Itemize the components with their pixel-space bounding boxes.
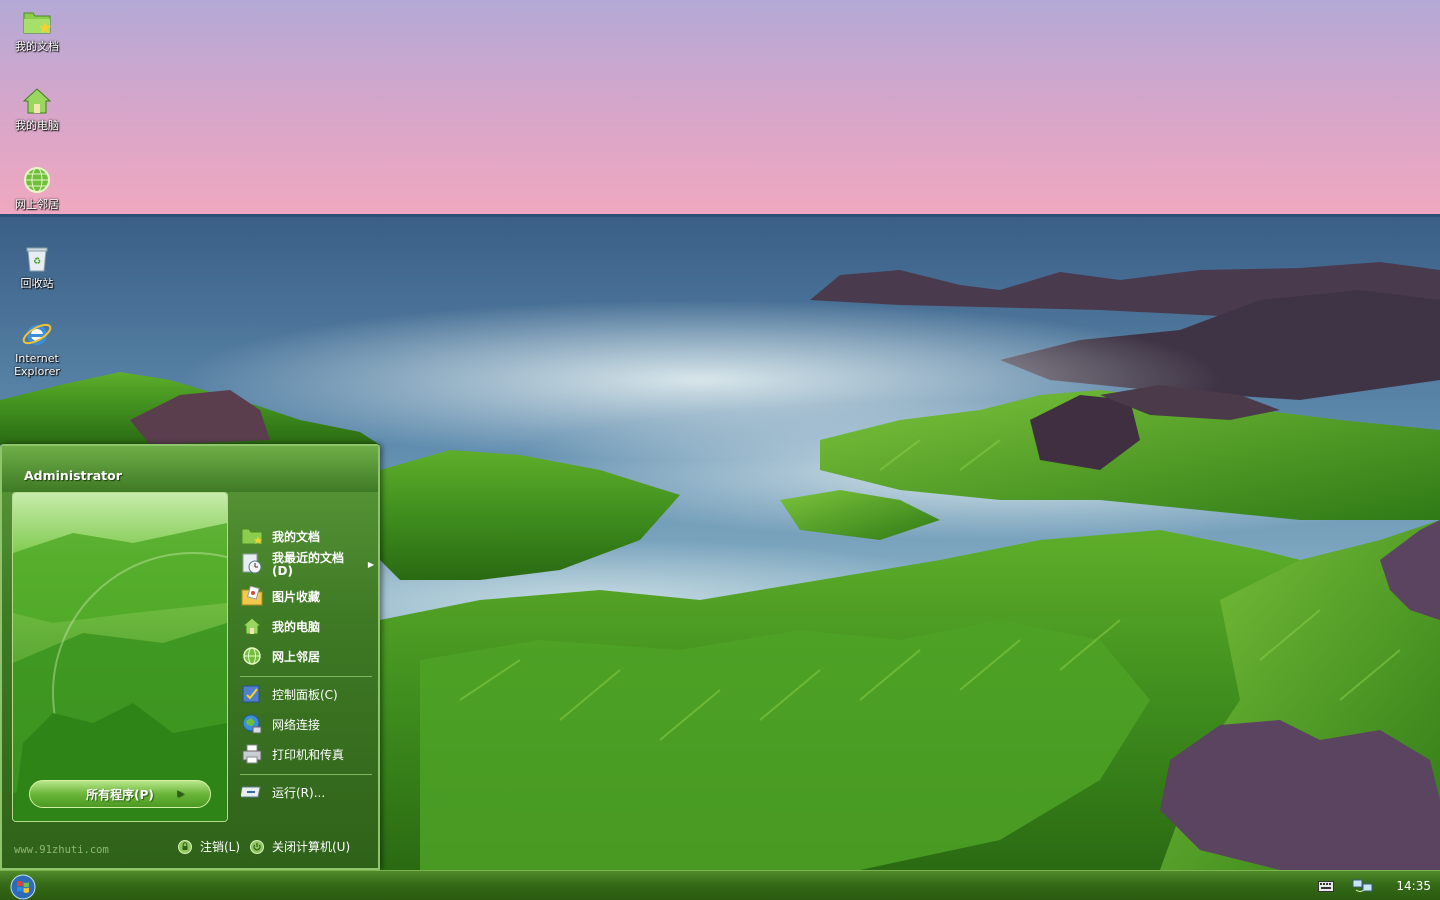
ie-label-line2: Explorer — [14, 365, 60, 378]
logoff-button[interactable]: 注销(L) — [178, 838, 240, 855]
start-item-network-connections[interactable]: 网络连接 — [240, 712, 376, 736]
start-item-label: 网上邻居 — [272, 649, 321, 664]
moss-decoration — [13, 493, 227, 821]
start-button[interactable] — [10, 874, 36, 900]
user-name: Administrator — [24, 468, 122, 483]
home-icon — [240, 614, 264, 638]
chevron-right-icon: ▶ — [367, 560, 374, 569]
start-menu-separator — [240, 676, 372, 677]
start-item-label: 控制面板(C) — [272, 687, 338, 702]
network-tray-icon[interactable] — [1352, 878, 1374, 894]
start-item-label: 运行(R)... — [272, 785, 326, 800]
power-icon — [250, 839, 264, 854]
desktop-icon-network-places[interactable]: 网上邻居 — [4, 164, 70, 211]
desktop-icon-my-computer[interactable]: 我的电脑 — [4, 85, 70, 132]
svg-text:♻: ♻ — [33, 257, 41, 267]
all-programs-label: 所有程序(P) — [86, 787, 154, 802]
start-item-label: 我最近的文档 — [272, 551, 345, 565]
start-menu-footer: www.91zhuti.com 注销(L) 关闭计算机(U) — [2, 828, 378, 868]
ie-label-line1: Internet — [15, 352, 59, 365]
recycle-bin-icon: ♻ — [21, 243, 53, 275]
recent-documents-icon — [240, 552, 264, 576]
folder-icon — [240, 524, 264, 548]
system-tray: 14:35 — [1310, 871, 1440, 900]
desktop-icon-internet-explorer[interactable]: Internet Explorer — [4, 318, 70, 378]
start-item-printers-faxes[interactable]: 打印机和传真 — [240, 742, 376, 766]
start-item-my-documents[interactable]: 我的文档 — [240, 524, 376, 548]
start-item-run[interactable]: 运行(R)... — [240, 780, 376, 804]
start-item-my-pictures[interactable]: 图片收藏 — [240, 584, 376, 608]
all-programs-button[interactable]: 所有程序(P) ▶ — [29, 780, 211, 808]
keyboard-icon[interactable] — [1318, 881, 1334, 892]
start-menu: Administrator 所有程序(P) ▶ 我的文档 我最近的文档 (D) … — [0, 444, 380, 870]
folder-icon — [21, 6, 53, 38]
clock[interactable]: 14:35 — [1396, 879, 1431, 893]
start-menu-picture-pane: 所有程序(P) ▶ — [12, 492, 228, 822]
control-panel-icon — [240, 682, 264, 706]
start-menu-separator — [240, 774, 372, 775]
start-item-label: 网络连接 — [272, 717, 321, 732]
shutdown-label: 关闭计算机(U) — [272, 840, 351, 854]
internet-explorer-icon — [21, 318, 53, 350]
start-item-label: 我的文档 — [272, 529, 321, 544]
shutdown-button[interactable]: 关闭计算机(U) — [250, 838, 350, 855]
pictures-icon — [240, 584, 264, 608]
globe-icon — [21, 164, 53, 196]
printer-icon — [240, 742, 264, 766]
start-item-label: 打印机和传真 — [272, 747, 345, 762]
theme-watermark-url: www.91zhuti.com — [14, 844, 109, 856]
start-item-recent-documents[interactable]: 我最近的文档 (D) ▶ — [240, 552, 376, 578]
taskbar: 14:35 — [0, 870, 1440, 900]
start-item-label: 图片收藏 — [272, 589, 321, 604]
globe-icon — [240, 644, 264, 668]
chevron-right-icon: ▶ — [177, 789, 184, 799]
network-connections-icon — [240, 712, 264, 736]
start-item-label-accel: (D) — [272, 564, 293, 578]
start-item-network-places[interactable]: 网上邻居 — [240, 644, 376, 668]
start-item-my-computer[interactable]: 我的电脑 — [240, 614, 376, 638]
home-icon — [21, 85, 53, 117]
start-item-label: 我的电脑 — [272, 619, 321, 634]
desktop-icon-recycle-bin[interactable]: ♻ 回收站 — [4, 243, 70, 290]
start-item-control-panel[interactable]: 控制面板(C) — [240, 682, 376, 706]
run-icon — [240, 780, 264, 804]
logoff-label: 注销(L) — [200, 840, 241, 854]
desktop-icon-my-documents[interactable]: 我的文档 — [4, 6, 70, 53]
lock-icon — [178, 839, 192, 854]
